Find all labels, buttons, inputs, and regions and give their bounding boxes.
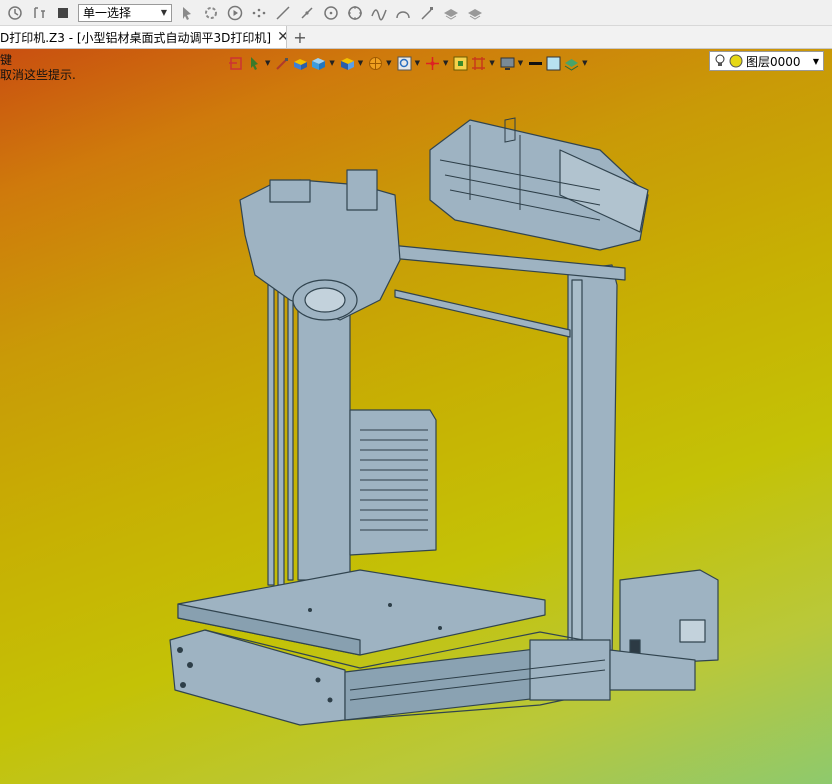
render-mode-icon[interactable] [368,56,383,71]
measure-icon[interactable] [298,4,316,22]
chevron-down-icon[interactable]: ▼ [489,59,494,67]
chevron-down-icon[interactable]: ▼ [518,59,523,67]
chevron-down-icon: ▼ [812,56,819,66]
shaded-view-icon[interactable] [293,56,308,71]
circle-center-icon[interactable] [322,4,340,22]
circle-icon[interactable] [346,4,364,22]
chevron-down-icon: ▼ [160,8,167,17]
viewport-toolbar: ▼ ▼ ▼ ▼ ▼ ▼ ▼ ▼ ▼ [229,53,593,73]
cube-view-icon[interactable] [311,56,326,71]
select-filter-icon[interactable] [178,4,196,22]
pointer-tool-icon[interactable] [247,56,262,71]
lightbulb-icon [715,54,725,66]
layer-dropdown[interactable]: 图层0000 ▼ [709,51,824,71]
selection-mode-dropdown[interactable]: 单一选择 ▼ [78,3,172,22]
layer-color-icon [729,54,743,68]
layer-icon-1[interactable] [442,4,460,22]
exit-view-icon[interactable] [229,56,244,71]
chevron-down-icon[interactable]: ▼ [415,59,420,67]
curve-icon[interactable] [370,4,388,22]
zoom-fit-icon[interactable] [397,56,412,71]
viewport-hint: 键 取消这些提示. [0,53,76,83]
layer-icon-2[interactable] [466,4,484,22]
layer-value: 图层0000 [746,54,801,69]
brush-icon[interactable] [275,56,290,71]
hint-line-1: 键 [0,53,13,67]
arc-icon[interactable] [394,4,412,22]
pattern-icon[interactable] [250,4,268,22]
chevron-down-icon[interactable]: ▼ [386,59,391,67]
hint-line-2: 取消这些提示. [0,68,76,82]
3d-viewport[interactable]: 键 取消这些提示. ▼ ▼ ▼ ▼ ▼ ▼ ▼ ▼ ▼ 图层0000 ▼ [0,49,832,784]
clip-plane-icon[interactable] [471,56,486,71]
tab-label: D打印机.Z3 - [小型铝材桌面式自动调平3D打印机] [0,30,272,45]
document-tab-bar: D打印机.Z3 - [小型铝材桌面式自动调平3D打印机] ✕ + [0,26,832,49]
chevron-down-icon[interactable]: ▼ [582,59,587,67]
tool-icon[interactable] [418,4,436,22]
top-toolbar: 单一选择 ▼ [0,0,832,26]
add-tab-button[interactable]: + [292,26,308,48]
section-view-icon[interactable] [453,56,468,71]
layer-manager-icon[interactable] [564,56,579,71]
line-weight-icon[interactable] [528,56,543,71]
display-icon[interactable] [500,56,515,71]
move-icon[interactable] [202,4,220,22]
close-icon[interactable]: ✕ [277,29,286,45]
history-icon[interactable] [30,4,48,22]
tab-document[interactable]: D打印机.Z3 - [小型铝材桌面式自动调平3D打印机] ✕ [0,26,287,48]
stop-icon[interactable] [54,4,72,22]
play-icon[interactable] [226,4,244,22]
chevron-down-icon[interactable]: ▼ [358,59,363,67]
view-orientation-icon[interactable] [340,56,355,71]
printer-model[interactable] [0,49,832,784]
selection-mode-value: 单一选择 [83,6,132,20]
axis-icon[interactable] [425,56,440,71]
chevron-down-icon[interactable]: ▼ [329,59,334,67]
chevron-down-icon[interactable]: ▼ [443,59,448,67]
chevron-down-icon[interactable]: ▼ [265,59,270,67]
rotate-icon[interactable] [6,4,24,22]
line-icon[interactable] [274,4,292,22]
color-swatch-icon[interactable] [546,56,561,71]
